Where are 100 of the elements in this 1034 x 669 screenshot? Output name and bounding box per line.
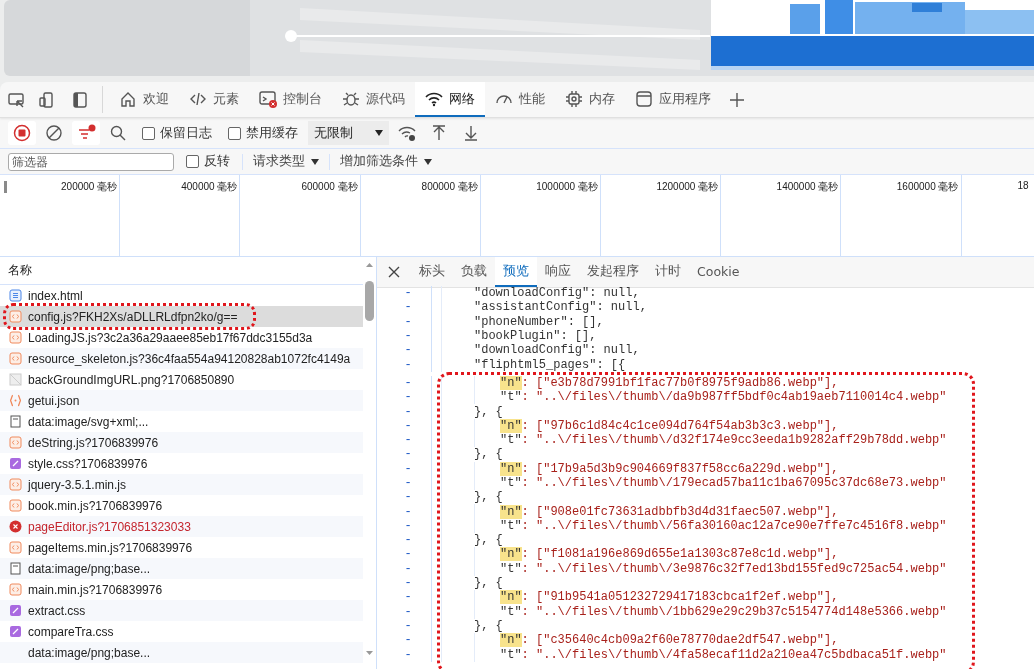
caret-icon	[311, 158, 319, 165]
request-row[interactable]: getui.json	[0, 390, 363, 411]
json-key: "t"	[500, 604, 522, 619]
request-row[interactable]: data:image/png;base...	[0, 642, 363, 663]
json-value: : "..\/files\/thumb\/4fa58ecaf11d2a210ea47c5bdbaca51f.webp"	[521, 647, 947, 662]
checkbox[interactable]	[142, 126, 155, 140]
filter-dropdown[interactable]: 请求类型	[249, 153, 323, 170]
request-row[interactable]: deString.js?1706839976	[0, 432, 363, 453]
json-key: "downloadConfig"	[474, 343, 590, 358]
request-row[interactable]: jquery-3.5.1.min.js	[0, 474, 363, 495]
json-key: "n"	[500, 547, 522, 562]
file-name: deString.js?1706839976	[28, 435, 159, 450]
document-icon	[9, 289, 22, 302]
code-text: }, {	[474, 447, 503, 462]
time-tick-label: 400000 毫秒	[181, 180, 239, 194]
inspect-icon	[7, 90, 25, 109]
request-row[interactable]: config.js?FKH2Xs/aDLLRLdfpn2ko/g==	[0, 306, 363, 327]
time-tick-label: 800000 毫秒	[421, 180, 479, 194]
devtools-tab[interactable]: 内存	[555, 82, 625, 117]
script-icon	[9, 331, 22, 344]
json-key: "t"	[500, 433, 522, 448]
file-name: config.js?FKH2Xs/aDLLRLdfpn2ko/g==	[28, 309, 238, 324]
request-row[interactable]: data:image/svg+xml;...	[0, 411, 363, 432]
json-value: : [],	[567, 314, 604, 329]
file-name: index.html	[28, 288, 83, 303]
detail-tab[interactable]: 计时	[647, 257, 689, 287]
caret-icon	[375, 130, 383, 136]
file-name: style.css?1706839976	[28, 456, 148, 471]
json-value: : null,	[589, 286, 640, 301]
file-name: backGroundImgURL.png?1706850890	[28, 372, 235, 387]
throttling-dropdown[interactable]: 无限制	[308, 121, 389, 145]
json-key: "t"	[500, 476, 522, 490]
file-name: data:image/png;base...	[28, 645, 151, 660]
code-text: }, {	[474, 404, 503, 419]
checkbox[interactable]	[186, 155, 199, 168]
json-key: "n"	[500, 375, 522, 390]
request-row[interactable]: book.min.js?1706839976	[0, 495, 363, 516]
time-tick-label: 200000 毫秒	[61, 180, 119, 194]
time-tick-label: 1600000 毫秒	[896, 180, 960, 194]
detail-tab[interactable]: 响应	[537, 257, 579, 287]
detail-tab[interactable]: Cookie	[689, 257, 748, 287]
request-row[interactable]: compareTra.css	[0, 621, 363, 642]
json-value: : "..\/files\/thumb\/da9b987ff5bdf0c4ab19aeb7110014c4.webp"	[521, 390, 947, 405]
json-key: "fliphtml5_pages"	[474, 357, 597, 372]
stylesheet-icon	[9, 604, 22, 617]
download-icon	[462, 124, 480, 142]
filter-field[interactable]: 筛选器	[8, 152, 174, 171]
checkbox-label: 禁用缓存	[246, 124, 298, 142]
upload-icon	[430, 124, 448, 142]
request-row[interactable]: backGroundImgURL.png?1706850890	[0, 369, 363, 390]
devtools-tab[interactable]: 应用程序	[625, 82, 721, 117]
script-icon	[9, 583, 22, 596]
file-name: pageEditor.js?1706851323033	[28, 519, 191, 534]
json-key: "n"	[500, 633, 522, 648]
file-name: compareTra.css	[28, 624, 114, 639]
detail-tab[interactable]: 标头	[411, 257, 453, 287]
close-icon	[387, 265, 401, 279]
request-row[interactable]: resource_skeleton.js?36c4faa554a94120828ab1072fc4149a	[0, 348, 363, 369]
filter-dropdown[interactable]: 增加筛选条件	[336, 153, 436, 170]
request-row[interactable]: pageItems.min.js?1706839976	[0, 537, 363, 558]
checkbox-label: 反转	[204, 153, 230, 170]
time-tick-label: 600000 毫秒	[301, 180, 359, 194]
devtools-tab[interactable]: 欢迎	[109, 82, 179, 117]
file-name: book.min.js?1706839976	[28, 498, 163, 513]
request-row[interactable]: main.min.js?1706839976	[0, 579, 363, 600]
time-tick-label: 1400000 毫秒	[776, 180, 840, 194]
image-icon	[9, 373, 22, 386]
json-key: "n"	[500, 504, 522, 519]
json-value: : "..\/files\/thumb\/56fa30160ac12a7ce90e7ffe7c4516f8.webp"	[521, 518, 947, 533]
json-value: : ["17b9a5d3b9c904669f837f58cc6a229d.webp"],	[521, 461, 839, 476]
timeline-marker	[4, 181, 7, 193]
file-icon	[9, 562, 22, 575]
file-name: getui.json	[28, 393, 80, 408]
script-icon	[9, 541, 22, 554]
devtools-tab[interactable]: 控制台	[249, 82, 332, 117]
filter-button[interactable]	[72, 121, 100, 145]
devtools-tab[interactable]: 元素	[179, 82, 249, 117]
file-name: resource_skeleton.js?36c4faa554a94120828ab1072fc4149a	[28, 351, 351, 366]
json-key: "assistantConfig"	[474, 300, 597, 315]
request-row[interactable]: pageEditor.js?1706851323033	[0, 516, 363, 537]
json-value: : ["c35640c4cb09a2f60e78770dae2df547.webp"],	[521, 633, 839, 648]
detail-tab[interactable]: 负载	[453, 257, 495, 287]
json-key: "t"	[500, 647, 522, 662]
json-value: : [{	[596, 357, 626, 372]
request-row[interactable]: index.html	[0, 285, 363, 306]
record-button[interactable]	[8, 121, 36, 145]
devtools-tab[interactable]: 网络	[415, 82, 485, 117]
devtools-tab[interactable]: 性能	[485, 82, 555, 117]
json-key: "phoneNumber"	[474, 314, 568, 329]
request-row[interactable]: style.css?1706839976	[0, 453, 363, 474]
json-key: "downloadConfig"	[474, 286, 590, 301]
detail-tab[interactable]: 预览	[495, 257, 537, 287]
devtools-tab[interactable]: 源代码	[332, 82, 415, 117]
checkbox[interactable]	[228, 126, 241, 140]
request-row[interactable]: extract.css	[0, 600, 363, 621]
window-icon	[635, 89, 653, 108]
request-row[interactable]: LoadingJS.js?3c2a36a29aaee85eb17f67ddc3155d3a	[0, 327, 363, 348]
detail-tab[interactable]: 发起程序	[579, 257, 647, 287]
request-row[interactable]: data:image/png;base...	[0, 558, 363, 579]
json-value: : null,	[596, 300, 647, 315]
